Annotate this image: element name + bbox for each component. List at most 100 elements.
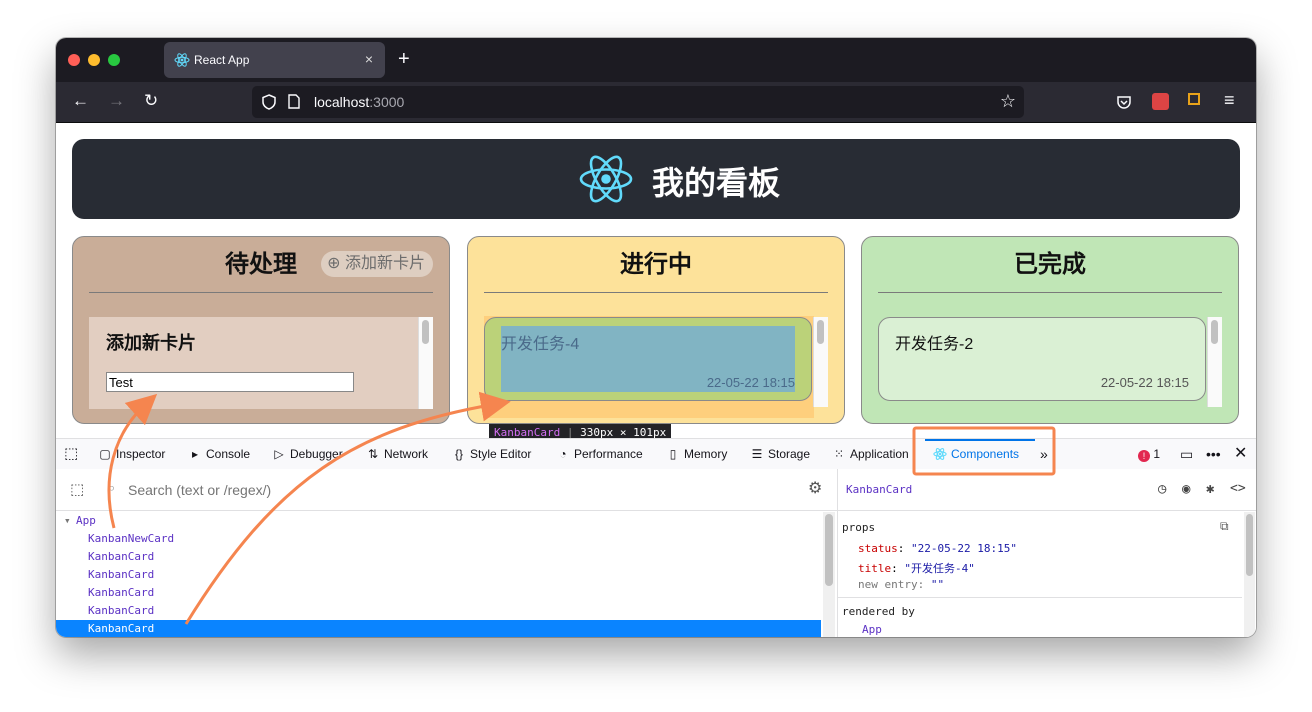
bookmark-star-icon[interactable]: ☆: [1000, 91, 1016, 112]
column-title: 进行中: [484, 237, 828, 293]
component-search-row: ⬚ ⌕ ⚙: [56, 469, 837, 511]
extension-squares-icon[interactable]: [1188, 93, 1200, 105]
component-name: KanbanCard: [88, 586, 155, 599]
forward-icon[interactable]: →: [108, 92, 125, 110]
component-name: KanbanCard: [88, 568, 155, 581]
new-card-title: 添加新卡片: [106, 333, 196, 353]
copy-icon[interactable]: ⧉: [1220, 519, 1229, 534]
tab-network[interactable]: ⇅ Network: [366, 439, 428, 469]
close-tab-icon[interactable]: ×: [365, 51, 373, 67]
tab-style-editor[interactable]: {} Style Editor: [452, 439, 531, 469]
pocket-icon[interactable]: [1116, 94, 1132, 110]
tab-title: React App: [194, 53, 250, 67]
code-icon[interactable]: <>: [1230, 481, 1246, 496]
card-title: 开发任务-4: [501, 336, 580, 353]
card-list: 添加新卡片: [89, 317, 433, 409]
component-tree-row[interactable]: KanbanCard: [56, 566, 821, 583]
error-count-badge[interactable]: ! 1: [1138, 439, 1160, 469]
card-list: 开发任务-2 22-05-22 18:15: [878, 317, 1222, 407]
react-logo-icon: [579, 155, 633, 203]
tree-scrollbar[interactable]: [823, 512, 835, 637]
component-search-input[interactable]: [126, 478, 690, 502]
tab-performance[interactable]: ◔ Performance: [556, 439, 642, 469]
more-tabs-chevron-icon[interactable]: »: [1040, 439, 1048, 469]
tab-react-app[interactable]: React App ×: [164, 42, 385, 78]
new-prop-row[interactable]: new entry: "": [858, 578, 944, 591]
component-name: KanbanCard: [88, 622, 155, 635]
url-bar[interactable]: localhost:3000 ☆: [252, 86, 1024, 118]
column-ongoing: 进行中 开发任务-4 22-05-22 18:15: [467, 236, 845, 424]
props-heading: props: [842, 521, 876, 534]
search-icon: ⌕: [108, 480, 116, 495]
minimize-window-button[interactable]: [88, 54, 100, 66]
list-scrollbar[interactable]: [1207, 317, 1222, 407]
new-card-form: 添加新卡片: [89, 317, 419, 409]
react-icon: [174, 53, 190, 67]
new-tab-button[interactable]: +: [398, 48, 410, 71]
component-name: KanbanNewCard: [88, 532, 175, 545]
rendered-by-heading: rendered by: [842, 605, 915, 618]
list-scrollbar[interactable]: [813, 317, 828, 407]
url-text: localhost:3000: [314, 94, 405, 110]
settings-gear-icon[interactable]: ⚙: [808, 478, 822, 498]
devtools-toolbar: ⬚ ▢ Inspector ▸ Console ▷ Debugger ⇅ Network…: [56, 438, 1256, 470]
kanban-card[interactable]: 开发任务-4 22-05-22 18:15: [484, 317, 812, 401]
component-name: KanbanCard: [88, 550, 155, 563]
component-tree-row[interactable]: KanbanNewCard: [56, 530, 821, 547]
component-tree-row[interactable]: KanbanCard: [56, 620, 821, 637]
new-card-input[interactable]: [106, 372, 354, 392]
extension-icon[interactable]: [1152, 93, 1169, 110]
expand-caret-icon[interactable]: ▾: [64, 512, 71, 529]
close-window-button[interactable]: [68, 54, 80, 66]
add-new-card-button[interactable]: ⊕ 添加新卡片: [321, 251, 433, 277]
details-scrollbar[interactable]: [1244, 512, 1255, 637]
tab-memory[interactable]: ▯ Memory: [666, 439, 728, 469]
eye-icon[interactable]: ◉: [1182, 481, 1190, 497]
back-icon[interactable]: ←: [72, 92, 89, 110]
kanban-card[interactable]: 开发任务-2 22-05-22 18:15: [878, 317, 1206, 401]
component-tree-row[interactable]: KanbanCard: [56, 602, 821, 619]
react-icon: [933, 448, 947, 460]
tab-console[interactable]: ▸ Console: [188, 439, 250, 469]
menu-icon[interactable]: ≡: [1224, 90, 1235, 111]
tab-inspector[interactable]: ▢ Inspector: [98, 439, 165, 469]
reload-icon[interactable]: ↻: [144, 92, 158, 110]
shield-icon[interactable]: [262, 94, 276, 110]
page-icon: [288, 94, 300, 109]
card-status: 22-05-22 18:15: [706, 375, 795, 390]
card-status: 22-05-22 18:15: [1100, 375, 1189, 390]
dock-layout-icon[interactable]: ▭: [1180, 439, 1193, 469]
navigation-toolbar: ← → ↻ localhost:3000 ☆ ≡: [56, 82, 1256, 123]
components-tree-pane: ⬚ ⌕ ⚙ ▾ App KanbanNewCard KanbanCard KanbanC…: [56, 469, 837, 637]
zoom-window-button[interactable]: [108, 54, 120, 66]
column-title: 已完成: [878, 237, 1222, 293]
prop-row[interactable]: status: "22-05-22 18:15": [858, 542, 1017, 555]
divider: [838, 597, 1242, 598]
element-picker-icon[interactable]: ⬚: [64, 439, 78, 469]
tab-components[interactable]: Components: [925, 439, 1035, 469]
tab-debugger[interactable]: ▷ Debugger: [272, 439, 342, 469]
component-name: KanbanCard: [88, 604, 155, 617]
page-content: 我的看板 待处理 ⊕ 添加新卡片 添加新卡片 进行中 开发任务-4: [56, 123, 1256, 438]
component-tree-row[interactable]: ▾ App: [56, 512, 821, 529]
prop-row[interactable]: title: "开发任务-4": [858, 560, 975, 576]
plus-circle-icon: ⊕: [327, 255, 341, 272]
component-name: App: [76, 514, 96, 527]
component-tree-row[interactable]: KanbanCard: [56, 584, 821, 601]
tab-storage[interactable]: ☰ Storage: [750, 439, 810, 469]
timer-icon[interactable]: ◷: [1158, 481, 1166, 497]
close-devtools-icon[interactable]: ✕: [1234, 439, 1247, 469]
component-details-pane: KanbanCard ◷ ◉ ✱ <> props ⧉ status: "22-…: [837, 469, 1256, 637]
selected-component-name: KanbanCard: [846, 483, 913, 496]
select-element-icon[interactable]: ⬚: [70, 480, 84, 498]
tab-application[interactable]: ⁙ Application: [832, 439, 914, 469]
list-scrollbar[interactable]: [418, 317, 433, 409]
bug-icon[interactable]: ✱: [1206, 481, 1214, 497]
more-options-icon[interactable]: •••: [1206, 439, 1221, 469]
rendered-by-owner[interactable]: App: [862, 623, 882, 636]
column-done: 已完成 开发任务-2 22-05-22 18:15: [861, 236, 1239, 424]
column-todo: 待处理 ⊕ 添加新卡片 添加新卡片: [72, 236, 450, 424]
component-tree-row[interactable]: KanbanCard: [56, 548, 821, 565]
details-header: KanbanCard ◷ ◉ ✱ <>: [838, 469, 1256, 511]
browser-window: React App × + ← → ↻ localhost:3000 ☆ ≡ 我…: [56, 38, 1256, 637]
